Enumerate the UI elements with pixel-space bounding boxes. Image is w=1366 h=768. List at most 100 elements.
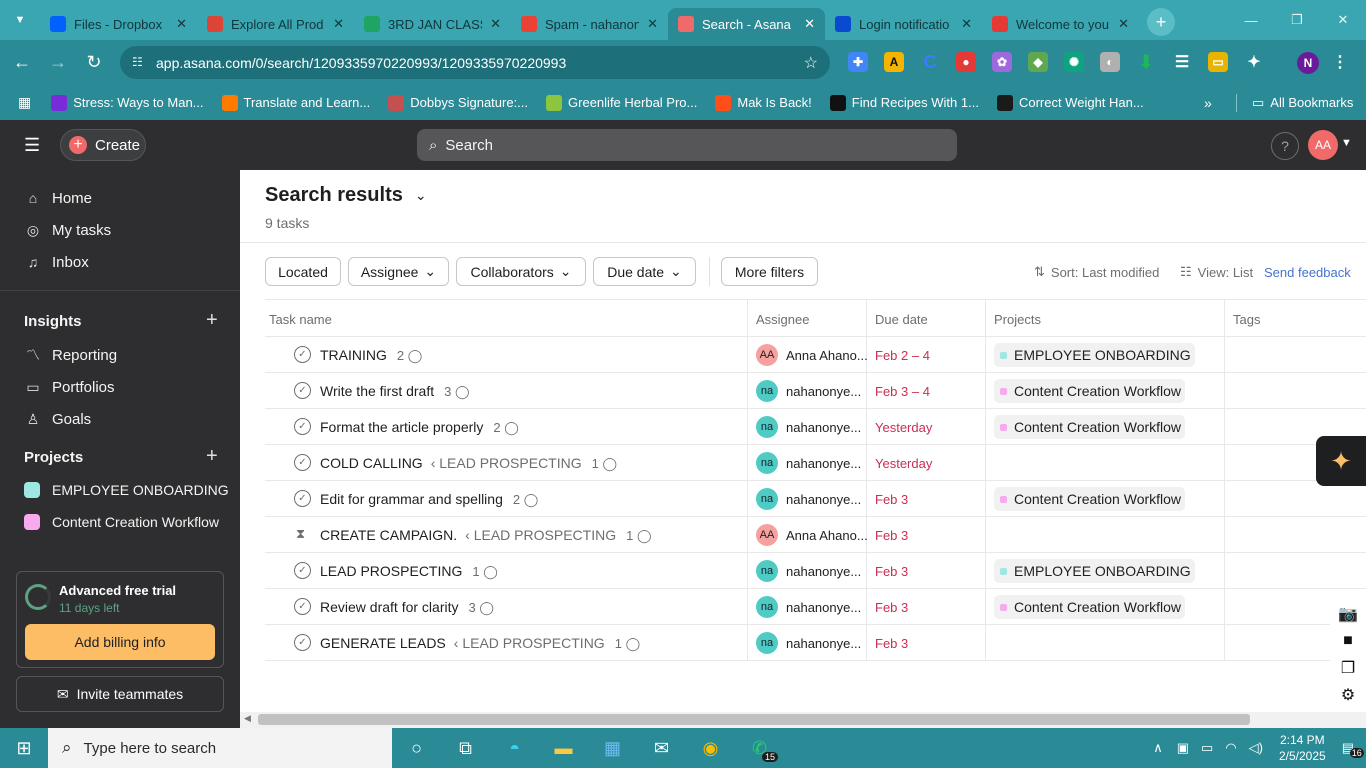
task-view-icon[interactable]: ⧉ <box>441 728 490 768</box>
sidebar-item-inbox[interactable]: ♫ Inbox <box>24 253 89 271</box>
invite-teammates-button[interactable]: ✉ Invite teammates <box>16 676 224 712</box>
parent-task-link[interactable]: ‹ LEAD PROSPECTING <box>454 635 605 651</box>
table-row[interactable]: ✓ COLD CALLING ‹ LEAD PROSPECTING 1 ◯ na n… <box>265 445 1366 481</box>
hamburger-menu-icon[interactable]: ☰ <box>24 136 42 154</box>
due-date[interactable]: Feb 3 <box>875 600 908 615</box>
sidebar-item-portfolios[interactable]: ▭ Portfolios <box>24 378 114 396</box>
assignee-name[interactable]: Anna Ahano... <box>786 528 876 543</box>
sidebar-project-employee-onboarding[interactable]: EMPLOYEE ONBOARDING <box>24 482 229 498</box>
chrome-icon[interactable]: ◉ <box>686 728 735 768</box>
extension-icon[interactable]: C <box>920 52 940 72</box>
due-date[interactable]: Yesterday <box>875 420 932 435</box>
complete-check-icon[interactable]: ✓ <box>294 490 311 507</box>
add-project-plus-icon[interactable]: + <box>206 445 218 468</box>
sidebar-item-goals[interactable]: ♙ Goals <box>24 410 91 428</box>
reading-list-icon[interactable]: ☰ <box>1172 52 1192 72</box>
task-name[interactable]: Format the article properly <box>320 419 483 435</box>
due-date[interactable]: Feb 3 <box>875 528 908 543</box>
bookmark-item[interactable]: Correct Weight Han... <box>996 94 1144 111</box>
create-button[interactable]: + Create <box>60 129 146 161</box>
parent-task-link[interactable]: ‹ LEAD PROSPECTING <box>431 455 582 471</box>
all-bookmarks[interactable]: ▭ All Bookmarks <box>1252 95 1353 111</box>
cortana-icon[interactable]: ○ <box>392 728 441 768</box>
profile-avatar[interactable]: N <box>1297 52 1319 74</box>
close-tab-icon[interactable]: ✕ <box>1118 16 1129 32</box>
due-date[interactable]: Feb 3 <box>875 564 908 579</box>
view-button[interactable]: ☷ View: List <box>1180 264 1253 280</box>
site-info-icon[interactable]: ☷ <box>132 55 143 69</box>
close-window-icon[interactable]: ✕ <box>1320 0 1366 40</box>
assignee-avatar[interactable]: na <box>756 632 778 654</box>
task-name[interactable]: Edit for grammar and spelling <box>320 491 503 507</box>
sort-button[interactable]: ⇅ Sort: Last modified <box>1034 264 1159 280</box>
complete-check-icon[interactable]: ✓ <box>294 634 311 651</box>
restore-icon[interactable]: ❐ <box>1274 0 1320 40</box>
assignee-avatar[interactable]: AA <box>756 344 778 366</box>
meet-now-icon[interactable]: ▣ <box>1177 740 1189 756</box>
bookmark-item[interactable]: Mak Is Back! <box>715 94 812 111</box>
clock[interactable]: 2:14 PM 2/5/2025 <box>1279 732 1326 764</box>
taskbar-search-input[interactable]: ⌕ Type here to search <box>48 728 392 768</box>
scrollbar-thumb[interactable] <box>258 714 1250 725</box>
assignee-name[interactable]: nahanonye... <box>786 492 876 507</box>
assignee-avatar[interactable]: na <box>756 416 778 438</box>
filter-due-date-button[interactable]: Due date ⌄ <box>593 257 696 286</box>
assignee-avatar[interactable]: na <box>756 380 778 402</box>
comment-count[interactable]: 3 ◯ <box>444 384 469 399</box>
project-tag[interactable]: Content Creation Workflow <box>994 487 1186 511</box>
project-tag[interactable]: EMPLOYEE ONBOARDING <box>994 559 1195 583</box>
windows-start-icon[interactable]: ⊞ <box>0 728 48 768</box>
column-projects[interactable]: Projects <box>994 312 1041 327</box>
due-date[interactable]: Feb 2 – 4 <box>875 348 930 363</box>
task-name[interactable]: COLD CALLING <box>320 455 423 471</box>
more-bookmarks-chevron-icon[interactable]: » <box>1204 95 1212 111</box>
close-tab-icon[interactable]: ✕ <box>490 16 501 32</box>
send-feedback-link[interactable]: Send feedback <box>1264 265 1351 280</box>
more-filters-button[interactable]: More filters <box>721 257 818 286</box>
assignee-name[interactable]: nahanonye... <box>786 564 876 579</box>
copy-icon[interactable]: ❐ <box>1330 654 1366 681</box>
comment-count[interactable]: 2 ◯ <box>397 348 422 363</box>
assignee-name[interactable]: nahanonye... <box>786 636 876 651</box>
sidebar-item-reporting[interactable]: 〽 Reporting <box>24 346 117 364</box>
extension-icon[interactable]: ● <box>956 52 976 72</box>
table-row[interactable]: ✓ Write the first draft 3 ◯ na nahanonye.… <box>265 373 1366 409</box>
extension-icon[interactable]: ▭ <box>1208 52 1228 72</box>
assignee-avatar[interactable]: na <box>756 560 778 582</box>
battery-icon[interactable]: ▭ <box>1201 740 1213 756</box>
complete-check-icon[interactable]: ✓ <box>294 454 311 471</box>
tab-search-chevron-icon[interactable]: ▼ <box>0 0 40 40</box>
chevron-down-icon[interactable]: ▼ <box>1341 137 1352 149</box>
whatsapp-icon[interactable]: ✆ 15 <box>735 728 784 768</box>
due-date[interactable]: Feb 3 <box>875 492 908 507</box>
task-name[interactable]: LEAD PROSPECTING <box>320 563 462 579</box>
sidebar-item-home[interactable]: ⌂ Home <box>24 189 92 207</box>
assignee-name[interactable]: nahanonye... <box>786 456 876 471</box>
assignee-avatar[interactable]: na <box>756 596 778 618</box>
complete-check-icon[interactable]: ✓ <box>294 382 311 399</box>
volume-icon[interactable]: ◁) <box>1249 740 1263 756</box>
minimize-icon[interactable]: — <box>1228 0 1274 40</box>
extension-icon[interactable]: ✿ <box>992 52 1012 72</box>
assignee-avatar[interactable]: na <box>756 488 778 510</box>
browser-tab[interactable]: Spam - nahanon ✕ <box>511 8 668 40</box>
table-row[interactable]: ✓ GENERATE LEADS ‹ LEAD PROSPECTING 1 ◯ na… <box>265 625 1366 661</box>
video-icon[interactable]: ■ <box>1330 627 1366 654</box>
complete-check-icon[interactable]: ✓ <box>294 562 311 579</box>
insights-header[interactable]: Insights <box>24 313 82 330</box>
comment-count[interactable]: 3 ◯ <box>468 600 493 615</box>
due-date[interactable]: Yesterday <box>875 456 932 471</box>
filter-located-button[interactable]: Located <box>265 257 341 286</box>
bookmark-item[interactable]: Translate and Learn... <box>221 94 370 111</box>
task-name[interactable]: CREATE CAMPAIGN. <box>320 527 457 543</box>
table-row[interactable]: ⧗ CREATE CAMPAIGN. ‹ LEAD PROSPECTING 1 ◯ … <box>265 517 1366 553</box>
page-title[interactable]: Search results ⌄ <box>265 184 427 207</box>
task-name[interactable]: GENERATE LEADS <box>320 635 446 651</box>
assignee-name[interactable]: nahanonye... <box>786 600 876 615</box>
browser-tab[interactable]: Search - Asana ✕ <box>668 8 825 40</box>
sidebar-project-content-creation[interactable]: Content Creation Workflow <box>24 514 219 530</box>
chrome-menu-icon[interactable]: ⋮ <box>1330 52 1350 72</box>
table-row[interactable]: ✓ Edit for grammar and spelling 2 ◯ na na… <box>265 481 1366 517</box>
column-task-name[interactable]: Task name <box>269 312 332 327</box>
table-row[interactable]: ✓ TRAINING 2 ◯ AA Anna Ahano... Feb 2 – 4… <box>265 337 1366 373</box>
